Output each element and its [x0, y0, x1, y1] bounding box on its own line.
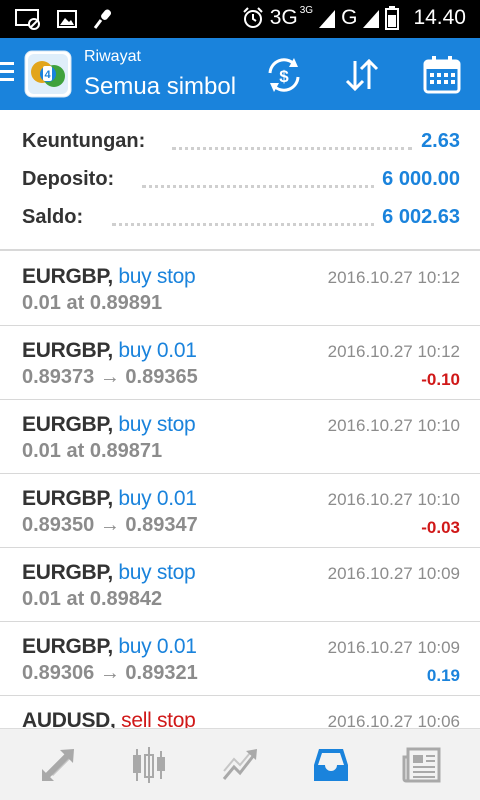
order-title: EURGBP, buy stop [22, 413, 196, 437]
summary-row-deposit: Deposito: 6 000.00 [22, 168, 460, 198]
list-item[interactable]: EURGBP, buy stop 0.01 at 0.89891 2016.10… [0, 252, 480, 326]
summary-label: Saldo: [22, 206, 90, 229]
calendar-icon[interactable] [422, 55, 462, 95]
order-detail: 0.89373 → 0.89365 [22, 366, 198, 388]
svg-text:$: $ [279, 67, 289, 86]
nav-quotes[interactable] [10, 729, 106, 800]
summary-value: 6 000.00 [376, 168, 460, 191]
order-symbol: EURGBP, [22, 413, 113, 436]
order-type: buy stop [118, 265, 196, 288]
dotted-leader [112, 223, 382, 226]
status-bar-system: 3G 3G G 14.40 [242, 4, 466, 30]
order-type: buy stop [118, 561, 196, 584]
order-type: buy 0.01 [118, 339, 197, 362]
sort-icon[interactable] [342, 55, 382, 95]
list-item[interactable]: EURGBP, buy 0.01 0.89350 → 0.89347 2016.… [0, 474, 480, 548]
dotted-leader [172, 147, 412, 150]
order-symbol: AUDUSD, [22, 709, 116, 728]
battery-icon [385, 6, 400, 30]
nav-chart[interactable] [101, 729, 197, 800]
bottom-navigation [0, 728, 480, 800]
nav-trade[interactable] [192, 729, 288, 800]
order-profit: 0.19 [426, 666, 460, 685]
order-detail: 0.89350 → 0.89347 [22, 514, 198, 536]
dotted-leader [142, 185, 382, 188]
quotes-icon [41, 749, 74, 782]
order-title: EURGBP, buy 0.01 [22, 635, 197, 659]
chart-icon [133, 747, 165, 783]
order-symbol: EURGBP, [22, 339, 113, 362]
summary-value: 2.63 [415, 130, 460, 153]
list-item[interactable]: EURGBP, buy stop 0.01 at 0.89871 2016.10… [0, 400, 480, 474]
image-icon [57, 10, 77, 28]
signal-2-icon [363, 10, 380, 28]
summary-label: Keuntungan: [22, 130, 152, 153]
order-title: EURGBP, buy stop [22, 265, 196, 289]
order-title: AUDUSD, sell stop [22, 709, 196, 728]
menu-icon[interactable] [0, 62, 14, 84]
order-profit: -0.03 [421, 518, 460, 537]
status-bar-notifications [14, 8, 114, 30]
history-icon [314, 749, 348, 781]
nav-history[interactable] [283, 729, 379, 800]
symbol-filter-title[interactable]: Semua simbol [84, 73, 236, 101]
order-symbol: EURGBP, [22, 487, 113, 510]
order-type: buy stop [118, 413, 196, 436]
order-time: 2016.10.27 10:10 [327, 490, 460, 509]
summary-value: 6 002.63 [376, 206, 460, 229]
order-title: EURGBP, buy 0.01 [22, 339, 197, 363]
order-title: EURGBP, buy 0.01 [22, 487, 197, 511]
trade-icon [222, 749, 257, 780]
alarm-icon [243, 7, 263, 28]
order-type: buy 0.01 [118, 487, 197, 510]
app-subtitle: Riwayat [84, 48, 141, 65]
app-bar: 4 Riwayat Semua simbol $ [0, 38, 480, 110]
order-symbol: EURGBP, [22, 635, 113, 658]
screen-cast-icon [15, 9, 40, 30]
order-title: EURGBP, buy stop [22, 561, 196, 585]
news-icon [402, 747, 441, 783]
summary-row-balance: Saldo: 6 002.63 [22, 206, 460, 236]
order-time: 2016.10.27 10:12 [327, 268, 460, 287]
network-3g-small-label: 3G [299, 4, 314, 16]
order-time: 2016.10.27 10:09 [327, 638, 460, 657]
history-list[interactable]: EURGBP, buy stop 0.01 at 0.89891 2016.10… [0, 252, 480, 728]
svg-text:4: 4 [44, 69, 51, 81]
order-detail: 0.01 at 0.89891 [22, 292, 163, 314]
list-item[interactable]: EURGBP, buy 0.01 0.89373 → 0.89365 2016.… [0, 326, 480, 400]
network-g-label: G [341, 6, 358, 29]
metatrader-logo-icon[interactable]: 4 [24, 50, 72, 98]
status-bar: 3G 3G G 14.40 [0, 0, 480, 38]
order-detail: 0.01 at 0.89871 [22, 440, 163, 462]
microphone-icon [93, 9, 112, 29]
order-detail: 0.89306 → 0.89321 [22, 662, 198, 684]
order-profit: -0.10 [421, 370, 460, 389]
order-symbol: EURGBP, [22, 561, 113, 584]
order-time: 2016.10.27 10:09 [327, 564, 460, 583]
summary-row-profit: Keuntungan: 2.63 [22, 130, 460, 160]
list-item[interactable]: AUDUSD, sell stop 2016.10.27 10:06 [0, 696, 480, 728]
list-item[interactable]: EURGBP, buy 0.01 0.89306 → 0.89321 2016.… [0, 622, 480, 696]
clock: 14.40 [413, 6, 466, 29]
order-time: 2016.10.27 10:06 [327, 712, 460, 728]
signal-icon [319, 10, 336, 28]
order-type: buy 0.01 [118, 635, 197, 658]
list-item[interactable]: EURGBP, buy stop 0.01 at 0.89842 2016.10… [0, 548, 480, 622]
account-summary: Keuntungan: 2.63 Deposito: 6 000.00 Sald… [0, 110, 480, 251]
network-3g-label: 3G [269, 6, 298, 29]
order-detail: 0.01 at 0.89842 [22, 588, 163, 610]
order-symbol: EURGBP, [22, 265, 113, 288]
nav-news[interactable] [374, 729, 470, 800]
order-time: 2016.10.27 10:10 [327, 416, 460, 435]
summary-label: Deposito: [22, 168, 121, 191]
order-type: sell stop [121, 709, 196, 728]
order-time: 2016.10.27 10:12 [327, 342, 460, 361]
currency-exchange-icon[interactable]: $ [264, 55, 304, 95]
